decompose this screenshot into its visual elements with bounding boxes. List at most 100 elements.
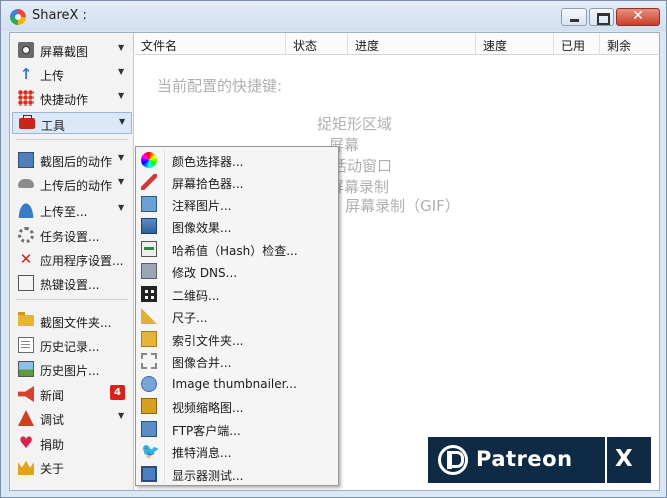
menu-item-label: 图像效果... [172,221,232,235]
person-icon [18,202,34,218]
submenu-arrow-icon: ▼ [119,117,126,126]
menu-item-image-combiner[interactable]: 图像合并... [138,350,336,372]
column-elapsed[interactable]: 已用 [561,37,585,54]
menu-item-index-folder[interactable]: 索引文件夹... [138,328,336,350]
annotate-icon [141,196,157,212]
hotkey-line: n | 屏幕录制（GIF） [321,197,460,215]
wrench-icon: ✕ [19,250,33,268]
sidebar-item-after-capture[interactable]: 截图后的动作 ▼ [12,149,132,171]
menu-item-label: 颜色选择器... [172,155,244,169]
menu-item-qr-code[interactable]: 二维码... [138,283,336,305]
menu-item-label: 索引文件夹... [172,334,244,348]
sidebar-item-about[interactable]: 关于 [12,456,132,478]
index-folder-icon [141,331,157,347]
sidebar-item-workflows[interactable]: 快捷动作 ▼ [12,87,132,109]
menu-item-label: 屏幕拾色器... [172,177,244,191]
image-effects-icon [141,218,157,234]
column-speed[interactable]: 速度 [483,37,507,54]
dns-icon [141,263,157,279]
sidebar-item-label: 任务设置... [40,230,100,244]
menu-item-hash-check[interactable]: 哈希值（Hash）检查... [138,238,336,260]
sidebar-item-donate[interactable]: ♥ 捐助 [12,432,132,454]
menu-item-screen-color-picker[interactable]: 屏幕拾色器... [138,171,336,193]
video-thumbnail-icon [141,398,157,414]
debug-icon [18,410,34,426]
submenu-arrow-icon: ▼ [118,91,125,100]
menu-item-tweet-message[interactable]: 🐦 推特消息... [138,440,336,462]
menu-item-color-picker[interactable]: 颜色选择器... [138,149,336,171]
main-client-area: 文件名 状态 进度 速度 已用 剩余 当前配置的快捷键: 捉矩形区域 屏幕 捉活… [9,32,660,491]
sidebar-item-screenshots-folder[interactable]: 截图文件夹... [12,310,132,332]
submenu-arrow-icon: ▼ [118,67,125,76]
sidebar-item-label: 屏幕截图 [40,45,89,59]
tools-dropdown-menu: 颜色选择器... 屏幕拾色器... 注释图片... 图像效果... 哈希值（Ha… [135,146,339,486]
monitor-test-icon [141,466,157,482]
menu-item-image-thumbnailer[interactable]: Image thumbnailer... [138,373,336,395]
column-remaining[interactable]: 剩余 [607,37,631,54]
sidebar-item-label: 上传 [40,69,65,83]
column-progress[interactable]: 进度 [355,37,379,54]
sidebar-item-tools[interactable]: 工具 ▼ [12,112,132,134]
cloud-icon [18,179,34,188]
twitter-icon: 🐦 [141,442,160,460]
sidebar-item-after-upload[interactable]: 上传后的动作 ▼ [12,173,132,195]
keyboard-icon [18,275,34,291]
column-status[interactable]: 状态 [293,37,317,54]
sidebar-menu: 屏幕截图 ▼ ↑ 上传 ▼ 快捷动作 ▼ 工具 ▼ 截图后的动作 ▼ 上传后的动… [10,33,134,490]
sidebar-item-label: 历史图片... [40,364,100,378]
submenu-arrow-icon: ▼ [118,153,125,162]
sidebar-item-hotkey-settings[interactable]: 热键设置... [12,272,132,294]
image-combiner-icon [141,353,157,369]
hash-check-icon [141,241,157,257]
submenu-arrow-icon: ▼ [118,411,125,420]
history-icon [18,337,34,353]
sidebar-item-news[interactable]: 新闻 4 [12,383,132,405]
menu-item-label: 显示器测试... [172,469,244,483]
thumbnailer-icon [141,376,157,392]
menu-item-ruler[interactable]: 尺子... [138,305,336,327]
patreon-banner[interactable]: Patreon X [428,437,651,483]
sidebar-item-upload[interactable]: ↑ 上传 ▼ [12,63,132,85]
sidebar-item-label: 工具 [41,119,66,133]
task-list-header: 文件名 状态 进度 速度 已用 剩余 [135,33,659,55]
minimize-button[interactable] [561,8,587,26]
sidebar-item-label: 快捷动作 [40,93,89,107]
menu-item-image-effects[interactable]: 图像效果... [138,215,336,237]
qr-code-icon [141,286,157,302]
sidebar-item-application-settings[interactable]: ✕ 应用程序设置... [12,248,132,270]
monitor-icon [18,152,34,168]
sharex-logo-icon [10,9,26,25]
sidebar-item-label: 关于 [40,462,65,476]
column-filename[interactable]: 文件名 [141,37,177,54]
sidebar-item-image-history[interactable]: 历史图片... [12,358,132,380]
maximize-button[interactable] [589,8,614,26]
menu-item-label: 哈希值（Hash）检查... [172,244,298,258]
hotkeys-title: 当前配置的快捷键: [157,77,283,95]
megaphone-icon [18,386,34,402]
sidebar-item-debug[interactable]: 调试 ▼ [12,407,132,429]
menu-item-monitor-test[interactable]: 显示器测试... [138,463,336,485]
color-picker-icon [141,174,157,190]
ftp-client-icon [141,421,157,437]
gear-icon [18,227,34,243]
sidebar-item-capture[interactable]: 屏幕截图 ▼ [12,39,132,61]
sidebar-item-destinations[interactable]: 上传至... ▼ [12,199,132,221]
menu-item-ftp-client[interactable]: FTP客户端... [138,418,336,440]
window-title: ShareX : [32,8,87,23]
menu-item-annotate-image[interactable]: 注释图片... [138,193,336,215]
sidebar-item-label: 新闻 [40,389,65,403]
menu-item-label: 注释图片... [172,199,232,213]
camera-icon [18,42,34,58]
sidebar-item-label: 应用程序设置... [40,254,124,268]
close-button[interactable]: ✕ [616,8,660,26]
title-bar[interactable]: ShareX : ✕ [1,1,666,31]
menu-item-label: 推特消息... [172,446,232,460]
heart-icon: ♥ [18,433,34,452]
sidebar-item-task-settings[interactable]: 任务设置... [12,224,132,246]
menu-item-video-thumbnailer[interactable]: 视频缩略图... [138,395,336,417]
sharex-window: ShareX : ✕ 文件名 状态 进度 速度 已用 剩余 当前配置的快捷键: … [0,0,667,498]
menu-item-dns-changer[interactable]: 修改 DNS... [138,260,336,282]
sidebar-item-history[interactable]: 历史记录... [12,334,132,356]
sharex-x-logo: X [615,446,633,472]
image-history-icon [18,361,34,377]
